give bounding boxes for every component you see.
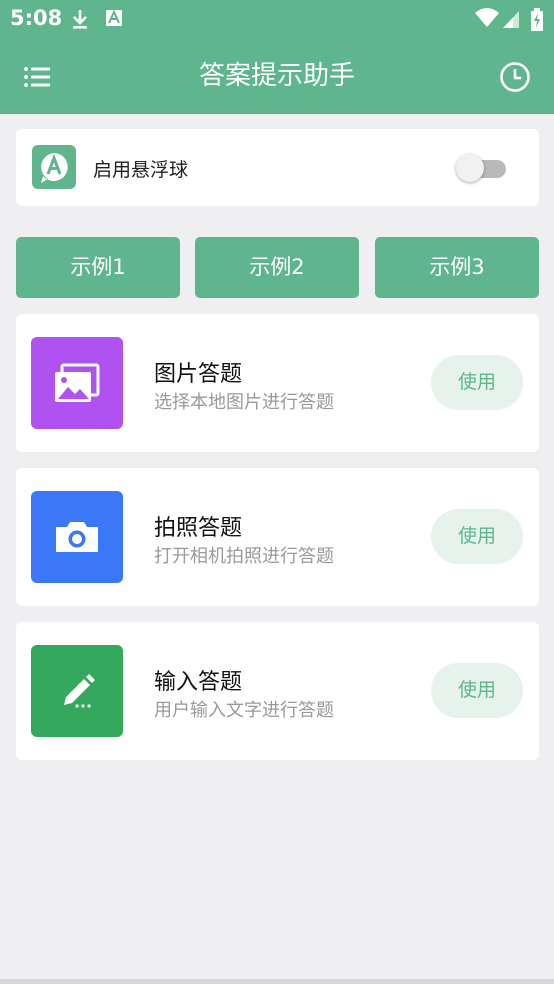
floating-ball-toggle[interactable] [456,153,508,183]
feature-card-image: 图片答题 选择本地图片进行答题 使用 [16,314,539,452]
page-title: 答案提示助手 [198,61,355,91]
image-gallery-icon [31,337,123,429]
floating-ball-card: 启用悬浮球 [16,129,539,206]
feature-title: 输入答题 [154,670,243,695]
download-icon [73,10,87,29]
camera-icon [31,491,123,583]
battery-charging-icon [531,8,543,31]
status-time: 5:08 [10,6,63,30]
use-button-camera[interactable]: 使用 [431,509,523,564]
example-2-button[interactable]: 示例2 [195,237,359,298]
history-clock-icon[interactable] [498,60,532,94]
a-badge-icon [106,9,122,26]
feature-description: 用户输入文字进行答题 [154,700,334,721]
feature-card-input: 输入答题 用户输入文字进行答题 使用 [16,622,539,760]
feature-card-camera: 拍照答题 打开相机拍照进行答题 使用 [16,468,539,606]
feature-title: 图片答题 [154,362,243,387]
feature-title: 拍照答题 [154,516,243,541]
example-3-button[interactable]: 示例3 [375,237,539,298]
feature-description: 选择本地图片进行答题 [154,392,334,413]
toggle-thumb [456,154,484,182]
floating-ball-label: 启用悬浮球 [93,159,189,181]
feature-description: 打开相机拍照进行答题 [154,546,334,567]
app-logo [32,145,76,189]
status-bar: 5:08 [0,0,554,38]
use-button-input[interactable]: 使用 [431,663,523,718]
use-button-image[interactable]: 使用 [431,355,523,410]
cellular-icon [503,11,519,28]
wifi-icon [475,8,499,27]
answer-a-icon [41,153,68,183]
pencil-icon [31,645,123,737]
example-1-button[interactable]: 示例1 [16,237,180,298]
app-bar: 答案提示助手 [0,38,554,114]
bottom-divider [0,979,554,984]
